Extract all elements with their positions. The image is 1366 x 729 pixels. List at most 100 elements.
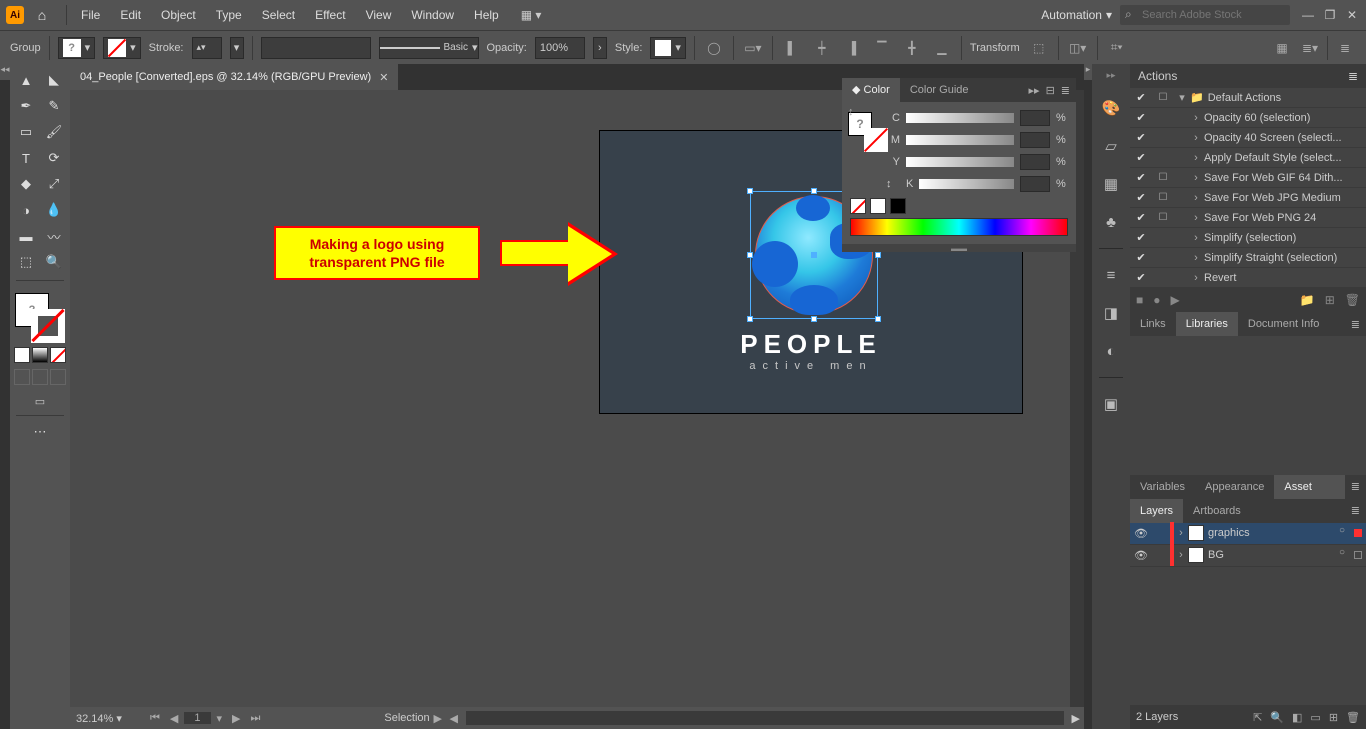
fill-swatch[interactable]: ?▾ <box>58 37 96 59</box>
clip-mask-icon[interactable]: ◧ <box>1292 711 1302 724</box>
action-item[interactable]: ✔›Revert <box>1130 268 1366 288</box>
align-top-icon[interactable]: ▔ <box>871 37 893 59</box>
color-solid-icon[interactable] <box>14 347 30 363</box>
draw-behind-icon[interactable] <box>32 369 48 385</box>
swatch-white-small[interactable] <box>870 198 886 214</box>
actions-menu-icon[interactable]: ≣ <box>1348 69 1358 83</box>
arrange-docs2-icon[interactable]: ▦ <box>1271 37 1293 59</box>
rotate-tool[interactable]: ⟳ <box>41 146 67 170</box>
action-item[interactable]: ✔☐›Save For Web JPG Medium <box>1130 188 1366 208</box>
document-close-icon[interactable]: ✕ <box>379 71 388 84</box>
value-k[interactable] <box>1020 176 1050 192</box>
align-bottom-icon[interactable]: ▁ <box>931 37 953 59</box>
layer-row[interactable]: 👁›graphics○ <box>1130 523 1366 545</box>
opacity-input[interactable]: 100% <box>535 37 585 59</box>
crop-icon[interactable]: ⌗▾ <box>1106 37 1128 59</box>
align-to-icon[interactable]: ▭▾ <box>742 37 764 59</box>
opacity-dropdown[interactable]: › <box>593 37 607 59</box>
toolbox-collapse-grip[interactable]: ◂◂ <box>0 64 10 80</box>
stock-search-input[interactable] <box>1120 5 1290 25</box>
action-item[interactable]: ✔☐›Save For Web PNG 24 <box>1130 208 1366 228</box>
shapebuild-tool[interactable]: ◑ <box>13 198 39 222</box>
tab-color-guide[interactable]: Color Guide <box>900 78 979 102</box>
tab-links[interactable]: Links <box>1130 312 1176 336</box>
strip-gradient-icon[interactable]: ◨ <box>1099 301 1123 325</box>
right-collapse-grip[interactable]: ▸ <box>1084 64 1092 80</box>
width-tool[interactable]: 〰 <box>41 224 67 248</box>
tab-variables[interactable]: Variables <box>1130 475 1195 499</box>
first-artboard-icon[interactable]: ⏮ <box>146 712 164 725</box>
next-artboard-icon[interactable]: ▶ <box>228 712 244 725</box>
stroke-weight-input[interactable]: ▴▾ <box>192 37 222 59</box>
pen-tool[interactable]: ✒ <box>13 94 39 118</box>
play-icon[interactable]: ▶ <box>1171 293 1180 307</box>
strip-brushes-icon[interactable]: ▦ <box>1099 172 1123 196</box>
menu-object[interactable]: Object <box>151 0 206 30</box>
strip-color-icon[interactable]: 🎨 <box>1099 96 1123 120</box>
restore-icon[interactable]: ❐ <box>1322 8 1338 22</box>
home-icon[interactable]: ⌂ <box>30 3 54 27</box>
swatch-none-small[interactable] <box>850 198 866 214</box>
align-hcenter-icon[interactable]: ┿ <box>811 37 833 59</box>
align-vcenter-icon[interactable]: ╋ <box>901 37 923 59</box>
action-item[interactable]: ✔›Opacity 40 Screen (selecti... <box>1130 128 1366 148</box>
zoom-tool[interactable]: 🔍 <box>41 250 67 274</box>
menu-view[interactable]: View <box>356 0 402 30</box>
canvas-scroll-h[interactable]: ▶◀ <box>430 712 462 725</box>
eraser-tool[interactable]: ◆ <box>13 172 39 196</box>
close-icon[interactable]: ✕ <box>1344 8 1360 22</box>
prev-artboard-icon[interactable]: ◀ <box>166 712 182 725</box>
fill-stroke-indicator[interactable]: ? <box>15 293 65 343</box>
action-set-row[interactable]: ✔☐📁Default Actions <box>1130 88 1366 108</box>
new-action-icon[interactable]: ⊞ <box>1325 293 1335 307</box>
paintbrush-tool[interactable]: 🖌 <box>41 120 67 144</box>
stroke-weight-dropdown[interactable]: ▾ <box>230 37 244 59</box>
menu-window[interactable]: Window <box>401 0 464 30</box>
panel-dock-icon[interactable]: ⊟ <box>1046 84 1055 97</box>
transform-label[interactable]: Transform <box>970 42 1020 54</box>
arrange-docs-icon[interactable]: ▦ ▾ <box>521 8 542 22</box>
mid-tabs-menu-icon[interactable]: ≣ <box>1345 318 1366 331</box>
slider-y[interactable] <box>906 157 1014 167</box>
value-y[interactable] <box>1020 154 1050 170</box>
rectangle-tool[interactable]: ▭ <box>13 120 39 144</box>
screen-mode-icon[interactable]: ▭ <box>23 391 57 411</box>
locate-layer-icon[interactable]: ⇱ <box>1253 711 1262 724</box>
stroke-swatch[interactable]: ▾ <box>103 37 141 59</box>
tab-layers[interactable]: Layers <box>1130 499 1183 523</box>
menu-edit[interactable]: Edit <box>110 0 151 30</box>
gradient-tool[interactable]: ▬ <box>13 224 39 248</box>
panel-resize-grip[interactable]: ▬▬ <box>842 244 1076 252</box>
new-sublayer-icon[interactable]: ▭ <box>1310 711 1320 724</box>
menu-file[interactable]: File <box>71 0 110 30</box>
tab-color[interactable]: ◆ Color <box>842 78 900 102</box>
action-item[interactable]: ✔›Simplify (selection) <box>1130 228 1366 248</box>
record-icon[interactable]: ● <box>1153 293 1160 307</box>
tab-artboards[interactable]: Artboards <box>1183 499 1251 523</box>
draw-inside-icon[interactable] <box>50 369 66 385</box>
artboard-tool[interactable]: ⬚ <box>13 250 39 274</box>
tab-document-info[interactable]: Document Info <box>1238 312 1330 336</box>
color-none-icon[interactable] <box>50 347 66 363</box>
isolate-icon[interactable]: ◫▾ <box>1067 37 1089 59</box>
layers-menu-icon[interactable]: ≣ <box>1345 504 1366 517</box>
color-gradient-icon[interactable] <box>32 347 48 363</box>
strip-stroke-icon[interactable]: ≡ <box>1099 263 1123 287</box>
slider-k[interactable] <box>919 179 1014 189</box>
slider-c[interactable] <box>906 113 1014 123</box>
slider-m[interactable] <box>906 135 1014 145</box>
last-artboard-icon[interactable]: ⏭ <box>247 712 265 725</box>
tab-appearance[interactable]: Appearance <box>1195 475 1274 499</box>
value-m[interactable] <box>1020 132 1050 148</box>
style-swatch[interactable]: ▾ <box>650 37 686 59</box>
value-c[interactable] <box>1020 110 1050 126</box>
align-right-icon[interactable]: ▐ <box>841 37 863 59</box>
menu-select[interactable]: Select <box>252 0 305 30</box>
action-item[interactable]: ✔›Apply Default Style (select... <box>1130 148 1366 168</box>
recolor-icon[interactable]: ◯ <box>703 37 725 59</box>
delete-action-icon[interactable]: 🗑 <box>1345 293 1360 307</box>
scale-tool[interactable]: ⤢ <box>41 172 67 196</box>
delete-layer-icon[interactable]: 🗑 <box>1346 711 1360 724</box>
menu-type[interactable]: Type <box>206 0 252 30</box>
minimize-icon[interactable]: — <box>1300 8 1316 22</box>
